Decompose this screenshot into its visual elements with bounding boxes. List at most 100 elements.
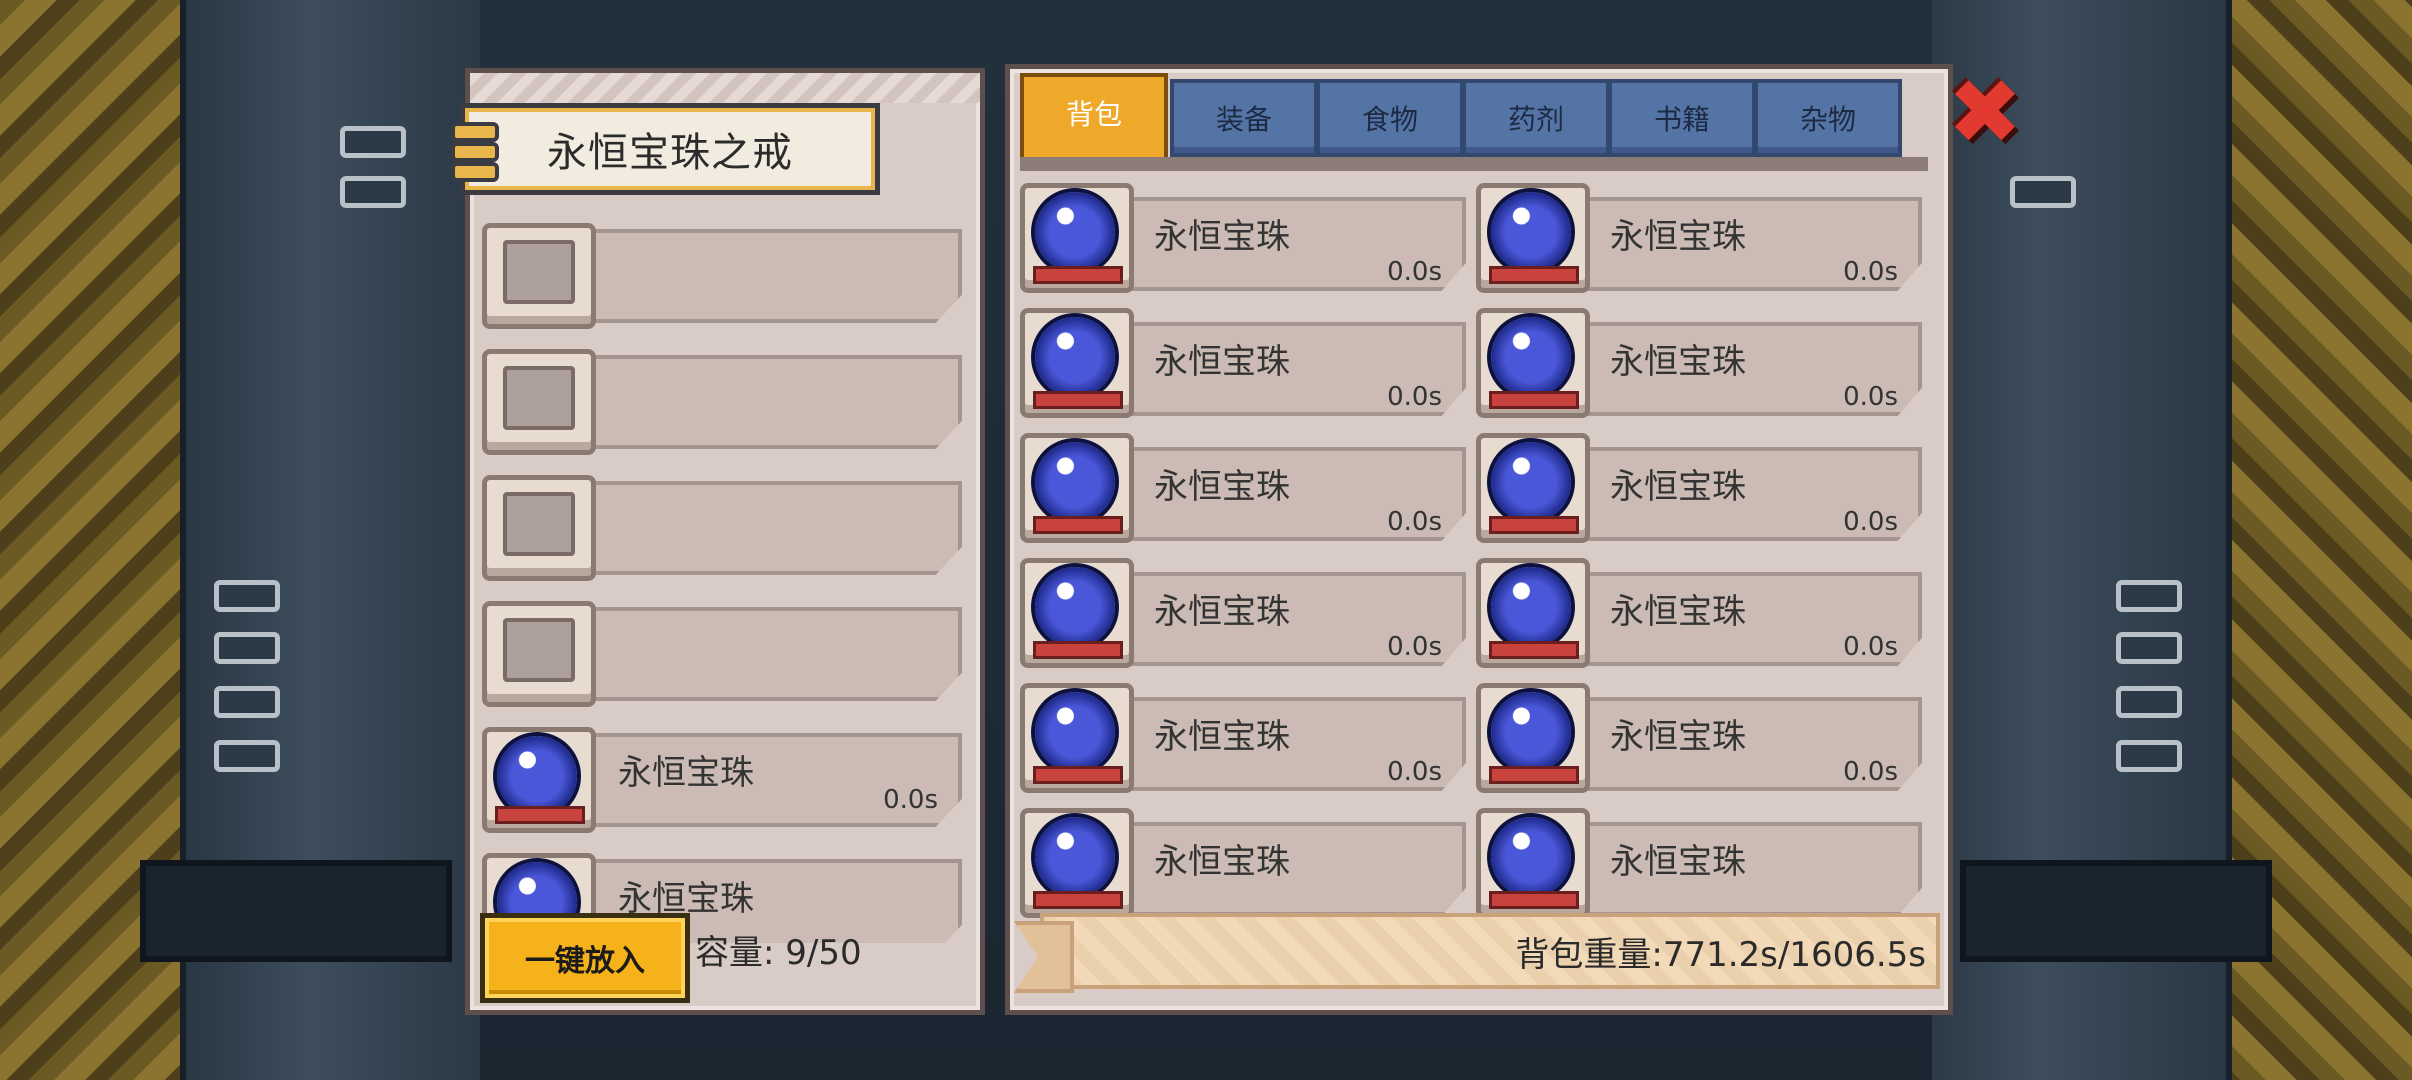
tabs-shelf [1020,157,1928,171]
item-icon-frame [1020,183,1134,293]
inventory-item[interactable]: 永恒宝珠 [1476,800,1922,918]
binder-ring-icon [451,162,499,182]
empty-slot-icon [482,349,596,455]
item-weight: 0.0s [883,785,938,815]
item-icon-frame [1476,808,1590,918]
close-button[interactable]: ✖ [1947,68,2022,158]
inventory-item[interactable]: 永恒宝珠 0.0s [1476,425,1922,543]
orb-stand-icon [1489,891,1579,909]
inventory-item[interactable]: 永恒宝珠 0.0s [1476,675,1922,793]
tab-potion[interactable]: 药剂 [1462,79,1610,157]
item-icon-frame [1020,433,1134,543]
empty-slot-icon [482,223,596,329]
tab-equipment[interactable]: 装备 [1170,79,1318,157]
vent-slot [214,686,280,718]
vent-slot [2010,176,2076,208]
item-name: 永恒宝珠 [1154,842,1290,882]
vent-slot [2116,580,2182,612]
orb-stand-icon [1489,641,1579,659]
tab-misc[interactable]: 杂物 [1754,79,1902,157]
inventory-panel: 背包 装备 食物 药剂 书籍 杂物 永恒宝珠 0.0s 永恒宝珠 0.0s 永恒… [1005,64,1953,1015]
inventory-item[interactable]: 永恒宝珠 0.0s [1020,300,1466,418]
item-icon-frame [1476,683,1590,793]
vent-slot [214,632,280,664]
inventory-item[interactable]: 永恒宝珠 0.0s [1020,550,1466,668]
tab-label: 装备 [1215,103,1272,136]
inventory-item[interactable]: 永恒宝珠 0.0s [1476,175,1922,293]
item-name: 永恒宝珠 [1610,842,1746,882]
vent-slot [2116,686,2182,718]
binder-ring-icon [451,122,499,142]
item-name: 永恒宝珠 [1154,467,1290,507]
item-weight: 0.0s [1387,757,1442,787]
vent-slot [2116,740,2182,772]
orb-stand-icon [1033,641,1123,659]
blue-orb-icon [1491,567,1571,647]
close-icon: ✖ [1947,60,2023,165]
item-icon-frame [1020,308,1134,418]
tab-books[interactable]: 书籍 [1608,79,1756,157]
container-slot-empty[interactable] [482,601,962,707]
inventory-item-grid[interactable]: 永恒宝珠 0.0s 永恒宝珠 0.0s 永恒宝珠 0.0s 永恒宝珠 0.0s … [1020,175,1932,945]
container-title-tag: 永恒宝珠之戒 [451,103,880,195]
capacity-text: 容量: 9/50 [695,933,862,973]
bag-weight-banner: 背包重量:771.2s/1606.5s [1040,913,1940,989]
put-all-button[interactable]: 一键放入 [480,913,690,1003]
item-name: 永恒宝珠 [1154,342,1290,382]
blue-orb-icon [1491,442,1571,522]
blue-orb-icon [1035,317,1115,397]
item-icon-frame [482,727,596,833]
item-name: 永恒宝珠 [1154,717,1290,757]
container-slot-empty[interactable] [482,475,962,581]
item-name: 永恒宝珠 [618,753,754,793]
tab-food[interactable]: 食物 [1316,79,1464,157]
item-weight: 0.0s [1843,257,1898,287]
orb-stand-icon [1489,391,1579,409]
container-slot-list[interactable]: 永恒宝珠 0.0s 永恒宝珠 [482,223,962,943]
inventory-tabs: 背包 装备 食物 药剂 书籍 杂物 [1020,73,1928,169]
container-slot-empty[interactable] [482,349,962,455]
orb-stand-icon [1033,266,1123,284]
tab-label: 食物 [1361,103,1418,136]
inventory-item[interactable]: 永恒宝珠 0.0s [1020,425,1466,543]
blue-orb-icon [1035,442,1115,522]
orb-stand-icon [1033,891,1123,909]
orb-stand-icon [1033,391,1123,409]
item-weight: 0.0s [1387,632,1442,662]
item-name: 永恒宝珠 [1610,467,1746,507]
blue-orb-icon [1035,567,1115,647]
blue-orb-icon [1035,692,1115,772]
put-all-label: 一键放入 [525,944,645,979]
item-weight: 0.0s [1387,257,1442,287]
item-name: 永恒宝珠 [1154,592,1290,632]
item-weight: 0.0s [1387,507,1442,537]
vent-slot [214,580,280,612]
tab-backpack[interactable]: 背包 [1020,73,1168,169]
container-title: 永恒宝珠之戒 [547,130,793,176]
beam-right [1960,860,2272,962]
item-icon-frame [1020,808,1134,918]
item-icon-frame [1476,558,1590,668]
inventory-item[interactable]: 永恒宝珠 0.0s [1020,175,1466,293]
item-weight: 0.0s [1843,757,1898,787]
blue-orb-icon [1491,817,1571,897]
vent-slot [2116,632,2182,664]
item-name: 永恒宝珠 [1154,217,1290,257]
inventory-item[interactable]: 永恒宝珠 0.0s [1020,675,1466,793]
container-panel: 永恒宝珠之戒 永恒宝珠 0.0s 永恒宝珠 一键放入 容量: 9/50 [451,68,985,1015]
inventory-item[interactable]: 永恒宝珠 [1020,800,1466,918]
bag-weight-text: 背包重量:771.2s/1606.5s [1515,934,1926,975]
item-weight: 0.0s [1843,507,1898,537]
item-weight: 0.0s [1843,382,1898,412]
empty-slot-icon [482,475,596,581]
vent-slot [340,126,406,158]
blue-orb-icon [1491,192,1571,272]
inventory-item[interactable]: 永恒宝珠 0.0s [1476,550,1922,668]
inventory-item[interactable]: 永恒宝珠 0.0s [1476,300,1922,418]
item-name: 永恒宝珠 [1610,717,1746,757]
container-slot-empty[interactable] [482,223,962,329]
container-slot-item[interactable]: 永恒宝珠 0.0s [482,727,962,833]
blue-orb-icon [1035,192,1115,272]
item-name: 永恒宝珠 [1610,217,1746,257]
tab-label: 背包 [1065,98,1122,131]
